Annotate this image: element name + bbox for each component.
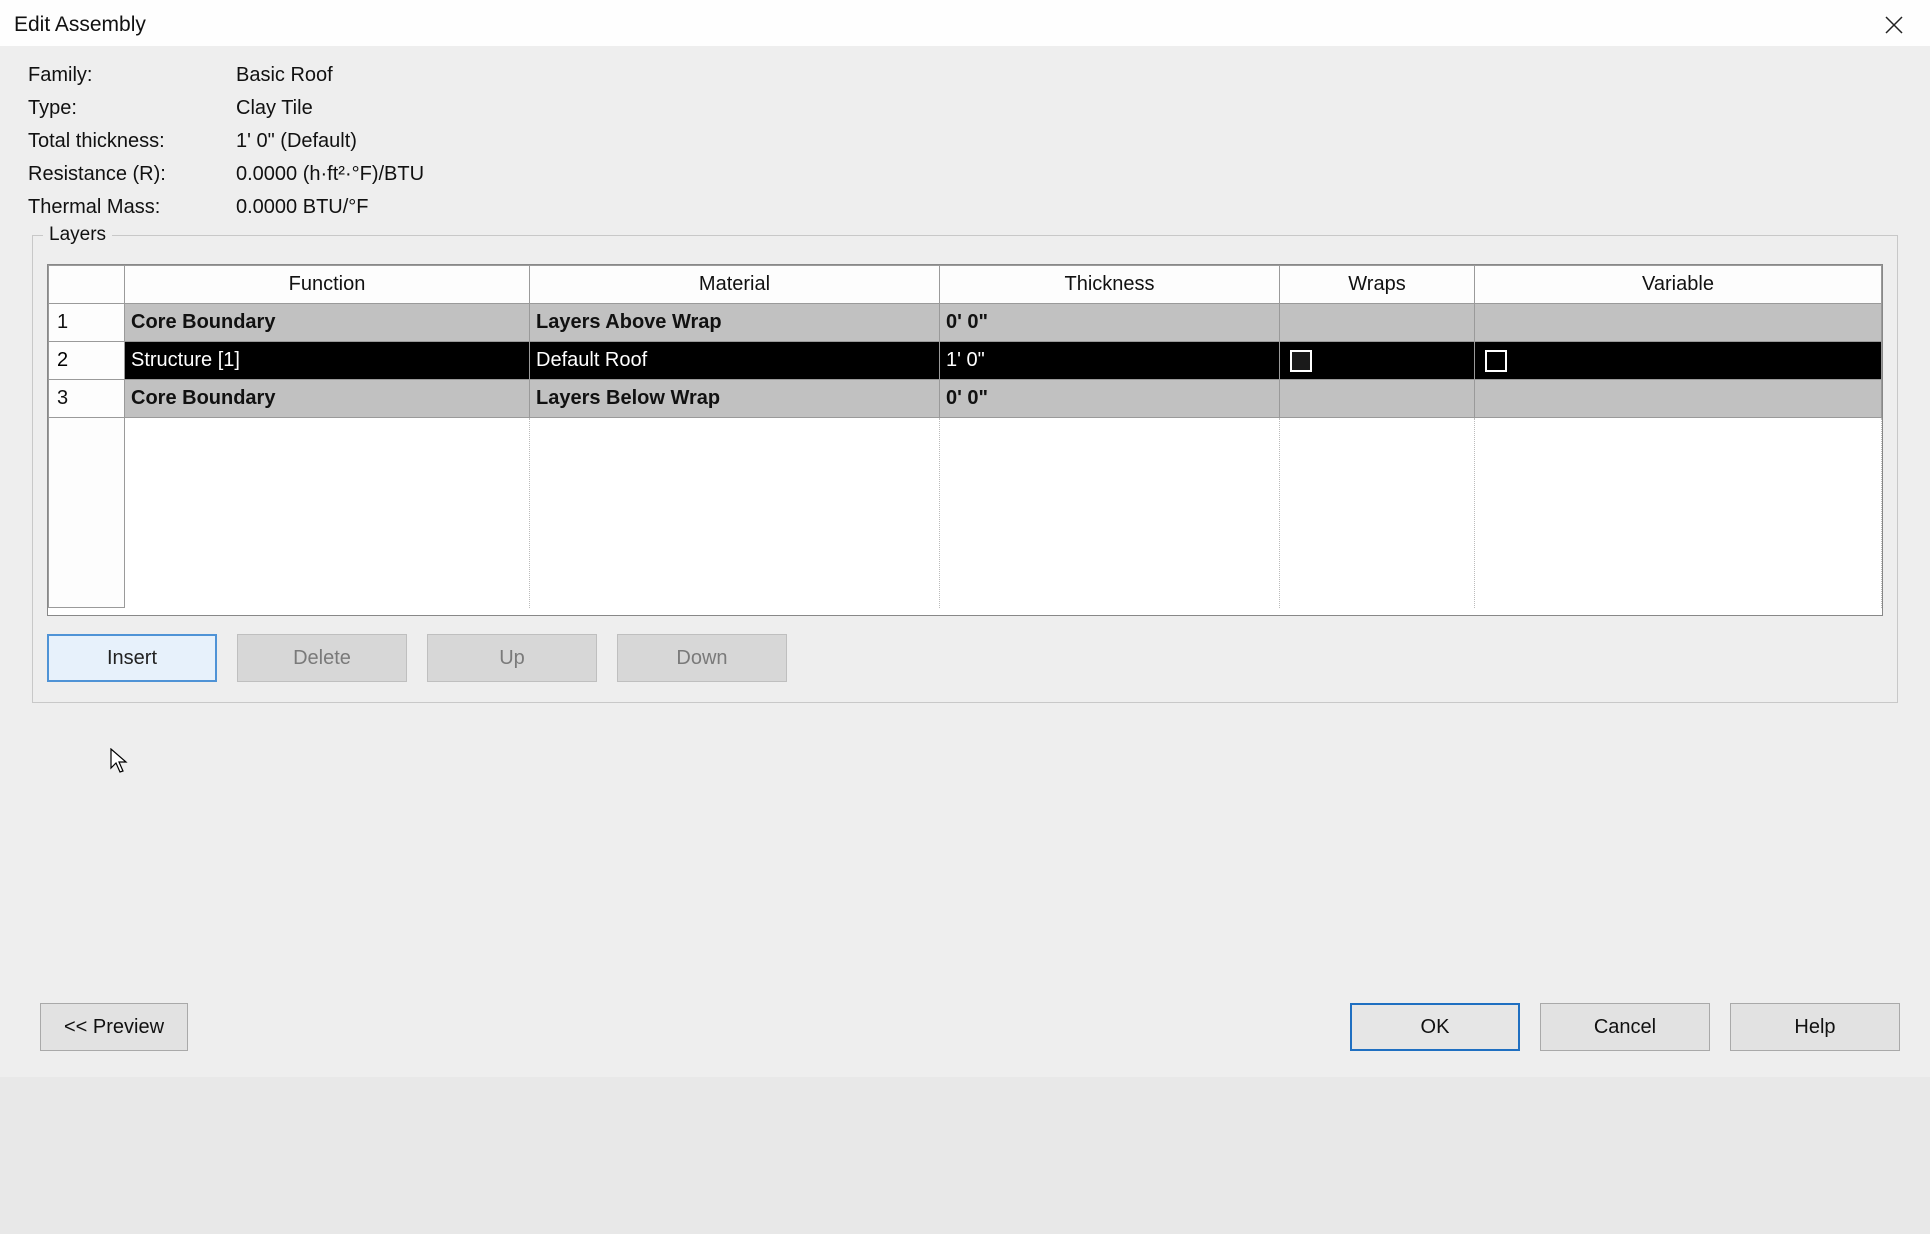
ok-button[interactable]: OK — [1350, 1003, 1520, 1051]
table-row[interactable]: 3 Core Boundary Layers Below Wrap 0' 0" — [49, 380, 1882, 418]
row-number[interactable]: 3 — [49, 380, 125, 418]
resistance-label: Resistance (R): — [28, 163, 228, 186]
header-thickness[interactable]: Thickness — [940, 266, 1280, 304]
down-button: Down — [617, 634, 787, 682]
row-number[interactable]: 2 — [49, 342, 125, 380]
layers-header-row: Function Material Thickness Wraps Variab… — [49, 266, 1882, 304]
header-material[interactable]: Material — [530, 266, 940, 304]
cell-function[interactable]: Core Boundary — [125, 380, 530, 418]
layers-group: Layers Function Material Thickness Wraps — [32, 235, 1898, 703]
insert-button[interactable]: Insert — [47, 634, 217, 682]
row-number[interactable]: 1 — [49, 304, 125, 342]
cancel-button[interactable]: Cancel — [1540, 1003, 1710, 1051]
total-thickness-value: 1' 0" (Default) — [236, 130, 1902, 153]
cell-variable — [1475, 304, 1882, 342]
cell-function[interactable]: Core Boundary — [125, 304, 530, 342]
total-thickness-label: Total thickness: — [28, 130, 228, 153]
cell-wraps — [1280, 380, 1475, 418]
assembly-properties: Family: Basic Roof Type: Clay Tile Total… — [28, 64, 1902, 219]
cell-thickness[interactable]: 0' 0" — [940, 304, 1280, 342]
edit-assembly-dialog: Edit Assembly Family: Basic Roof Type: C… — [0, 0, 1930, 1077]
cell-thickness[interactable]: 1' 0" — [940, 342, 1280, 380]
cell-thickness[interactable]: 0' 0" — [940, 380, 1280, 418]
resistance-value: 0.0000 (h·ft²·°F)/BTU — [236, 163, 1902, 186]
dialog-content: Family: Basic Roof Type: Clay Tile Total… — [0, 46, 1930, 703]
layers-grid[interactable]: Function Material Thickness Wraps Variab… — [47, 264, 1883, 616]
window-title: Edit Assembly — [14, 13, 146, 37]
titlebar: Edit Assembly — [0, 0, 1930, 46]
cell-wraps[interactable] — [1280, 342, 1475, 380]
type-value: Clay Tile — [236, 97, 1902, 120]
wraps-checkbox[interactable] — [1290, 350, 1312, 372]
header-variable[interactable]: Variable — [1475, 266, 1882, 304]
header-blank — [49, 266, 125, 304]
cell-function[interactable]: Structure [1] — [125, 342, 530, 380]
variable-checkbox[interactable] — [1485, 350, 1507, 372]
dialog-footer: << Preview OK Cancel Help — [0, 703, 1930, 1077]
layers-legend: Layers — [43, 224, 112, 246]
help-button[interactable]: Help — [1730, 1003, 1900, 1051]
cell-variable[interactable] — [1475, 342, 1882, 380]
thermal-mass-label: Thermal Mass: — [28, 196, 228, 219]
cell-material[interactable]: Default Roof — [530, 342, 940, 380]
delete-button: Delete — [237, 634, 407, 682]
table-row[interactable]: 1 Core Boundary Layers Above Wrap 0' 0" — [49, 304, 1882, 342]
layer-buttons-row: Insert Delete Up Down — [47, 634, 1883, 682]
header-wraps[interactable]: Wraps — [1280, 266, 1475, 304]
header-function[interactable]: Function — [125, 266, 530, 304]
close-button[interactable] — [1874, 10, 1914, 40]
cell-material[interactable]: Layers Below Wrap — [530, 380, 940, 418]
thermal-mass-value: 0.0000 BTU/°F — [236, 196, 1902, 219]
cell-material[interactable]: Layers Above Wrap — [530, 304, 940, 342]
cell-variable — [1475, 380, 1882, 418]
table-empty-area — [49, 418, 1882, 608]
family-label: Family: — [28, 64, 228, 87]
family-value: Basic Roof — [236, 64, 1902, 87]
up-button: Up — [427, 634, 597, 682]
type-label: Type: — [28, 97, 228, 120]
cell-wraps — [1280, 304, 1475, 342]
preview-button[interactable]: << Preview — [40, 1003, 188, 1051]
close-icon — [1885, 16, 1903, 34]
table-row[interactable]: 2 Structure [1] Default Roof 1' 0" — [49, 342, 1882, 380]
